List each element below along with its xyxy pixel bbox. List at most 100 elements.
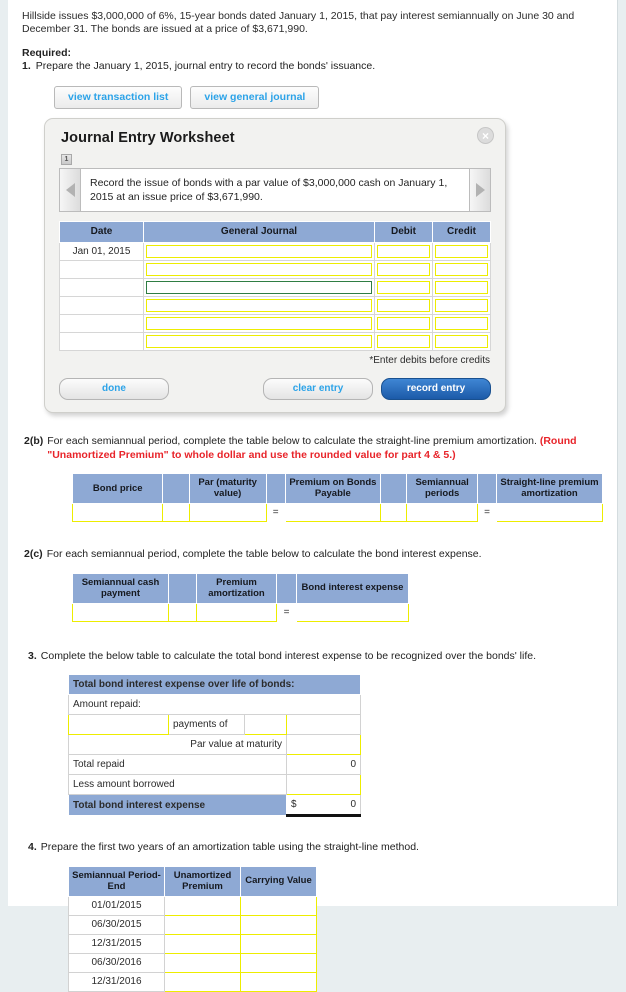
t3-payment-amount-input[interactable] (244, 714, 287, 735)
calc-2b-par-value-input[interactable] (188, 503, 267, 522)
calc-2b-op-header-2 (265, 473, 286, 504)
calc-2c-header-row: Semiannual cash payment Premium amortiza… (72, 572, 409, 604)
journal-row-debit-input[interactable] (377, 335, 430, 348)
journal-row-account-input[interactable] (146, 335, 372, 348)
journal-row-account-input[interactable] (146, 281, 372, 294)
calc-2b-op-header-4 (477, 473, 497, 504)
journal-row-credit-input[interactable] (435, 299, 488, 312)
t3-total-repaid-label: Total repaid (68, 754, 287, 775)
calc-2b-col-premium: Premium on Bonds Payable (284, 473, 382, 504)
journal-row-debit-input[interactable] (377, 299, 430, 312)
t3-payments-of-label: payments of (168, 714, 245, 735)
calc-2b-bond-price-input[interactable] (71, 503, 164, 522)
journal-row-date[interactable]: Jan 01, 2015 (59, 242, 144, 261)
journal-table-row (59, 332, 491, 351)
journal-col-credit: Credit (432, 221, 491, 243)
calc-2b-input-row: = = (71, 503, 604, 522)
section-2c: 2(c) For each semiannual period, complet… (24, 548, 603, 622)
record-entry-button[interactable]: record entry (381, 378, 491, 400)
worksheet-title: Journal Entry Worksheet (61, 130, 235, 146)
amortization-carrying-value-input[interactable] (240, 971, 317, 992)
calc-2b-col-bond-price: Bond price (71, 473, 164, 504)
next-entry-arrow-icon[interactable] (470, 168, 491, 212)
calc-2b-periods-input[interactable] (406, 503, 479, 522)
section-2b: 2(b) For each semiannual period, complet… (24, 435, 604, 522)
clear-entry-button[interactable]: clear entry (263, 378, 373, 400)
calc-2b-premium-input[interactable] (284, 503, 382, 522)
t4-header-row: Semiannual Period-End Unamortized Premiu… (68, 865, 317, 897)
previous-entry-arrow-icon[interactable] (59, 168, 80, 212)
journal-row-date[interactable] (59, 332, 144, 351)
t3-payments-count-input[interactable] (68, 714, 169, 735)
view-button-group: view transaction list view general journ… (54, 86, 603, 109)
journal-row-account-input[interactable] (146, 245, 372, 258)
calc-2c-cash-payment-input[interactable] (72, 602, 169, 622)
journal-row-credit-input[interactable] (435, 317, 488, 330)
journal-row-account-input[interactable] (146, 317, 372, 330)
calc-2c-col-premium-amortization: Premium amortization (196, 572, 277, 604)
t3-par-value-input[interactable] (285, 734, 362, 755)
calc-2c-interest-expense-input[interactable] (296, 602, 409, 622)
step-badge[interactable]: 1 (61, 154, 72, 165)
t3-total-expense-value: 0 (350, 799, 357, 810)
journal-row-date[interactable] (59, 296, 144, 315)
calc-2c-premium-amortization-input[interactable] (196, 602, 277, 622)
amortization-carrying-value-input[interactable] (240, 895, 317, 916)
view-general-journal-button[interactable]: view general journal (190, 86, 320, 109)
done-button[interactable]: done (59, 378, 169, 400)
t3-payments-total-cell (285, 714, 362, 735)
amortization-carrying-value-input[interactable] (240, 952, 317, 973)
amortization-table: Semiannual Period-End Unamortized Premiu… (68, 865, 317, 992)
view-transaction-list-button[interactable]: view transaction list (54, 86, 183, 109)
journal-table-body: Jan 01, 2015 (59, 242, 491, 351)
section-2b-text: For each semiannual period, complete the… (47, 435, 603, 462)
calc-2b-operator-input-1[interactable] (162, 503, 190, 522)
calc-2b-equals-2: = (477, 503, 497, 522)
total-bond-interest-expense-table: Total bond interest expense over life of… (67, 674, 362, 817)
journal-row-credit-input[interactable] (435, 281, 488, 294)
journal-table-row (59, 296, 491, 315)
amortization-row: 06/30/2015 (68, 914, 317, 935)
t3-less-borrowed-row: Less amount borrowed (68, 774, 362, 795)
journal-row-debit-input[interactable] (377, 281, 430, 294)
t3-total-repaid-row: Total repaid 0 (68, 754, 362, 775)
journal-table-header-row: Date General Journal Debit Credit (59, 221, 491, 243)
amortization-unamortized-premium-input[interactable] (164, 914, 241, 935)
amortization-unamortized-premium-input[interactable] (164, 895, 241, 916)
journal-row-debit-input[interactable] (377, 317, 430, 330)
journal-row-credit-input[interactable] (435, 245, 488, 258)
calc-2c-op-header-1 (168, 572, 197, 604)
t3-currency-sign: $ (291, 799, 297, 810)
amortization-carrying-value-input[interactable] (240, 914, 317, 935)
section-2c-question: 2(c) For each semiannual period, complet… (24, 548, 603, 562)
journal-row-credit-input[interactable] (435, 263, 488, 276)
t3-less-borrowed-input[interactable] (285, 774, 362, 795)
journal-row-date[interactable] (59, 260, 144, 279)
calc-2c-operator-input-1[interactable] (168, 602, 197, 622)
calc-2b-op-header-1 (162, 473, 190, 504)
amortization-carrying-value-input[interactable] (240, 933, 317, 954)
journal-row-credit-input[interactable] (435, 335, 488, 348)
amortization-unamortized-premium-input[interactable] (164, 971, 241, 992)
amortization-period-end: 06/30/2016 (68, 952, 165, 973)
problem-statement: Hillside issues $3,000,000 of 6%, 15-yea… (22, 10, 575, 35)
calc-2b-col-sl-amortization: Straight-line premium amortization (495, 473, 604, 504)
t4-col-period-end: Semiannual Period-End (68, 865, 165, 897)
journal-row-account-input[interactable] (146, 299, 372, 312)
journal-row-debit-input[interactable] (377, 245, 430, 258)
journal-row-date[interactable] (59, 314, 144, 333)
close-icon[interactable]: × (477, 127, 494, 144)
t3-total-repaid-value: 0 (285, 754, 362, 775)
amortization-unamortized-premium-input[interactable] (164, 933, 241, 954)
calc-2b-operator-input-2[interactable] (380, 503, 408, 522)
amortization-unamortized-premium-input[interactable] (164, 952, 241, 973)
t3-header-label: Total bond interest expense over life of… (67, 674, 362, 695)
journal-row-date[interactable] (59, 278, 144, 297)
section-3: 3. Complete the below table to calculate… (28, 650, 603, 817)
journal-row-account-input[interactable] (146, 263, 372, 276)
journal-table-row: Jan 01, 2015 (59, 242, 491, 261)
journal-row-debit-input[interactable] (377, 263, 430, 276)
calc-2b-sl-amortization-input[interactable] (495, 503, 604, 522)
prompt-navigator: Record the issue of bonds with a par val… (59, 168, 491, 212)
t4-col-carrying-value: Carrying Value (240, 865, 317, 897)
